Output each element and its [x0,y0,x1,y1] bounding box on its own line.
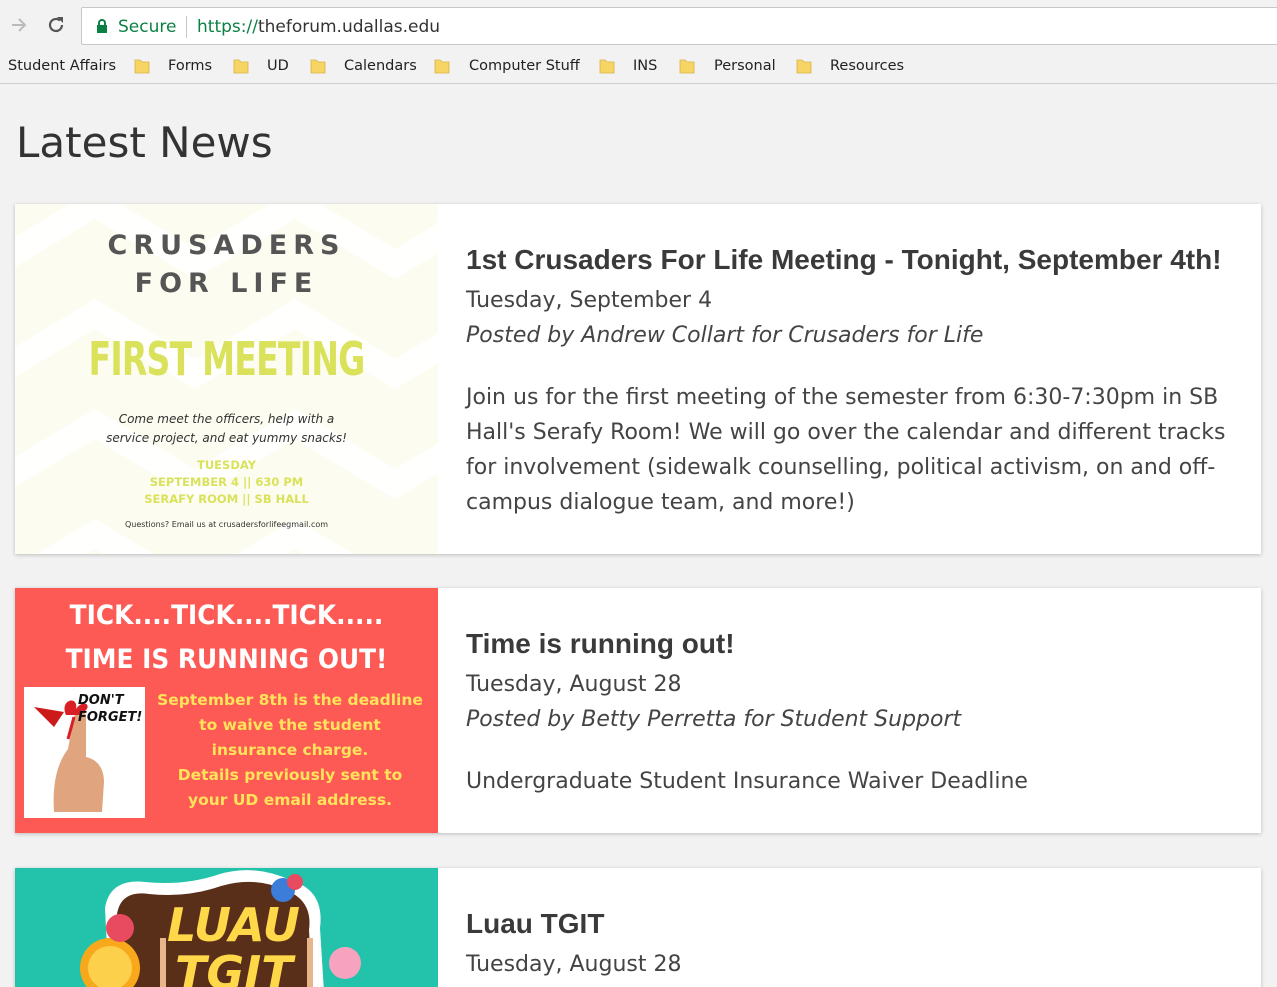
dont-text: DON'T [78,693,124,708]
bookmark-ins[interactable]: INS [633,55,657,77]
message-line: your UD email address. [188,791,392,809]
browser-toolbar: Secure https://theforum.udallas.edu [0,0,1277,48]
news-title[interactable]: Time is running out! [466,628,1237,660]
news-date: Tuesday, August 28 [466,952,682,977]
secure-label: Secure [118,17,177,37]
folder-icon [233,56,249,74]
tgit-text: TGIT [175,946,293,987]
omnibox-divider [186,16,187,38]
message-line: Details previously sent to [177,766,403,784]
news-summary: Join us for the first meeting of the sem… [466,385,1226,515]
bookmark-personal[interactable]: Personal [714,55,776,77]
news-title[interactable]: Luau TGIT [466,908,1237,940]
image-message: September 8th is the deadline to waive t… [155,688,425,813]
page-title: Latest News [16,118,273,167]
bookmarks-bar: Student Affairs Forms UD Calendars Compu… [0,48,1277,84]
news-body: Luau TGIT Tuesday, August 28 [466,908,1237,977]
bookmark-computer-stuff[interactable]: Computer Stuff [469,55,580,77]
lock-icon [96,19,108,39]
news-image-luau[interactable]: LUAU TGIT [15,868,438,987]
folder-icon [434,56,450,74]
url-host: theforum.udallas.edu [257,17,441,37]
folder-icon [599,56,615,74]
folder-icon [796,56,812,74]
bookmark-calendars[interactable]: Calendars [344,55,417,77]
news-card[interactable]: LUAU TGIT Luau TGIT Tuesday, August 28 [15,868,1261,987]
message-line: September 8th is the deadline [157,691,423,709]
folder-icon [310,56,326,74]
news-date: Tuesday, August 28 [466,672,682,697]
image-blurb-1: Come meet the officers, help with a [118,412,335,426]
forward-icon[interactable] [6,12,32,38]
message-line: to waive the student [199,716,381,734]
url-scheme: https:// [197,17,258,37]
bookmark-ud[interactable]: UD [267,55,289,77]
image-text-line1: CRUSADERS [107,230,346,261]
image-detail-3: SERAFY ROOM || SB HALL [144,492,309,506]
dont-forget-text: DON'T FORGET! [78,692,142,726]
news-date: Tuesday, September 4 [466,288,713,313]
image-text-line2: FOR LIFE [134,268,319,299]
news-summary: Undergraduate Student Insurance Waiver D… [466,769,1028,794]
bookmark-student-affairs[interactable]: Student Affairs [8,55,116,77]
message-line: insurance charge. [211,741,369,759]
image-detail-2: SEPTEMBER 4 || 630 PM [149,475,304,489]
address-bar[interactable]: Secure https://theforum.udallas.edu [81,7,1277,45]
news-image-insurance[interactable]: TICK....TICK....TICK..... TIME IS RUNNIN… [15,588,438,833]
news-card[interactable]: TICK....TICK....TICK..... TIME IS RUNNIN… [15,588,1261,833]
image-blurb-2: service project, and eat yummy snacks! [106,431,347,445]
reload-icon[interactable] [43,12,69,38]
url-text: https://theforum.udallas.edu [197,17,440,37]
image-text-line2: TIME IS RUNNING OUT! [65,644,388,675]
image-text-line1: TICK....TICK....TICK..... [69,600,384,631]
news-title[interactable]: 1st Crusaders For Life Meeting - Tonight… [466,244,1237,276]
folder-icon [679,56,695,74]
news-image-crusaders[interactable]: CRUSADERS FOR LIFE FIRST MEETING Come me… [15,204,438,554]
folder-icon [134,56,150,74]
news-card[interactable]: CRUSADERS FOR LIFE FIRST MEETING Come me… [15,204,1261,554]
forget-text: FORGET! [78,710,143,725]
image-headline: FIRST MEETING [88,332,366,386]
news-author: Posted by Betty Perretta for Student Sup… [466,707,962,732]
news-body: 1st Crusaders For Life Meeting - Tonight… [466,244,1237,520]
luau-text: LUAU [167,898,300,952]
image-contact: Questions? Email us at crusadersforlifee… [124,520,329,529]
image-detail-1: TUESDAY [197,458,256,472]
news-body: Time is running out! Tuesday, August 28 … [466,628,1237,799]
bookmark-forms[interactable]: Forms [168,55,212,77]
bookmark-resources[interactable]: Resources [830,55,904,77]
news-author: Posted by Andrew Collart for Crusaders f… [466,323,984,348]
